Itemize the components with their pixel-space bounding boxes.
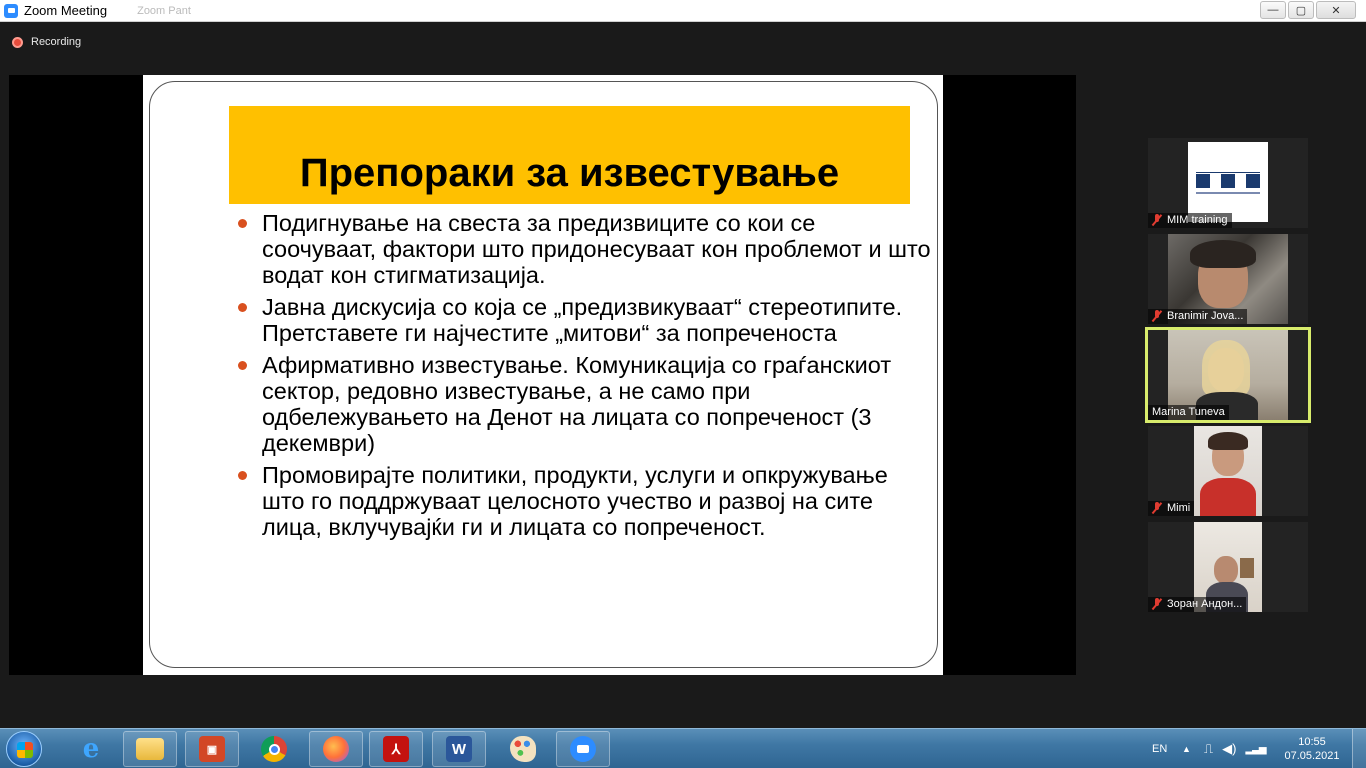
- participant-name-tag: Branimir Jova...: [1148, 309, 1248, 324]
- window-title: Zoom Meeting: [24, 3, 108, 18]
- taskbar-chrome[interactable]: [247, 731, 301, 767]
- presentation-slide: Препораки за известување Подигнување на …: [143, 75, 943, 675]
- show-desktop-button[interactable]: [1352, 729, 1366, 768]
- muted-mic-icon: [1152, 310, 1162, 322]
- person-hair: [1208, 432, 1248, 450]
- participant-name-tag: Mimi: [1148, 501, 1195, 516]
- windows-taskbar: e ▣ ⅄ W EN ▲ ⎍ ◀) ▂▃▅ 10:55 07.05.2021: [0, 728, 1366, 768]
- zoom-app-icon: [4, 3, 18, 18]
- taskbar-paint[interactable]: [496, 731, 550, 767]
- zoom-icon: [570, 736, 596, 762]
- slide-bullet: Промовирајте политики, продукти, услуги …: [236, 462, 936, 540]
- tray-show-hidden[interactable]: ▲: [1182, 729, 1191, 768]
- start-button[interactable]: [6, 731, 42, 767]
- taskbar-presentation[interactable]: ▣: [185, 731, 239, 767]
- participant-name: Branimir Jova...: [1167, 310, 1244, 322]
- participant-name-tag: MIM training: [1148, 213, 1232, 228]
- zoom-meeting-window: Zoom Meeting Zoom Pant — ▢ ✕ Recording П…: [0, 0, 1366, 768]
- participant-name: Mimi: [1167, 502, 1191, 514]
- title-bar: Zoom Meeting Zoom Pant — ▢ ✕: [0, 0, 1366, 22]
- internet-explorer-icon: e: [82, 734, 100, 764]
- slide-title: Препораки за известување: [299, 150, 840, 195]
- slide-bullet-list: Подигнување на свеста за предизвиците со…: [236, 210, 936, 546]
- language-indicator[interactable]: EN: [1152, 729, 1167, 768]
- logo-marks: [1196, 174, 1260, 188]
- person-shirt: [1200, 478, 1256, 516]
- taskbar-word[interactable]: W: [432, 731, 486, 767]
- person-hair: [1190, 240, 1256, 268]
- slide-bullet: Подигнување на свеста за предизвиците со…: [236, 210, 936, 288]
- participant-name-tag: Marina Tuneva: [1148, 405, 1229, 420]
- taskbar-internet-explorer[interactable]: e: [64, 731, 118, 767]
- file-explorer-icon: [136, 738, 164, 760]
- participant-name: Marina Tuneva: [1152, 406, 1225, 418]
- person-hair: [1202, 340, 1250, 396]
- system-clock[interactable]: 10:55 07.05.2021: [1282, 735, 1342, 763]
- participant-name-tag: Зоран Андон...: [1148, 597, 1247, 612]
- firefox-icon: [323, 736, 349, 762]
- logo-subtitle: [1196, 192, 1260, 194]
- maximize-button[interactable]: ▢: [1288, 1, 1314, 19]
- participant-tile[interactable]: Mimi: [1148, 426, 1308, 516]
- taskbar-zoom[interactable]: [556, 731, 610, 767]
- network-icon[interactable]: ⎍: [1204, 741, 1213, 757]
- slide-frame: Препораки за известување Подигнување на …: [149, 81, 938, 668]
- participant-tile-active-speaker[interactable]: Marina Tuneva: [1145, 327, 1311, 423]
- tray-icons: ⎍ ◀) ▂▃▅: [1204, 729, 1267, 768]
- taskbar-firefox[interactable]: [309, 731, 363, 767]
- paint-icon: [510, 736, 536, 762]
- taskbar-file-explorer[interactable]: [123, 731, 177, 767]
- participant-tile[interactable]: Зоран Андон...: [1148, 522, 1308, 612]
- person-figure: [1214, 556, 1238, 584]
- participant-name: MIM training: [1167, 214, 1228, 226]
- chrome-icon: [261, 736, 287, 762]
- slide-bullet: Афирмативно известување. Комуникација со…: [236, 352, 936, 456]
- participant-tile[interactable]: Branimir Jova...: [1148, 234, 1308, 324]
- chevron-up-icon: ▲: [1182, 744, 1191, 754]
- participant-video: [1194, 426, 1262, 516]
- acrobat-icon: ⅄: [383, 736, 409, 762]
- clock-date: 07.05.2021: [1284, 750, 1340, 762]
- speaker-icon[interactable]: ◀): [1222, 741, 1236, 757]
- meeting-top-bar: Recording: [0, 22, 1366, 64]
- title-ghost-text: Zoom Pant: [137, 4, 191, 17]
- wall-picture: [1240, 558, 1254, 578]
- recording-dot-icon: [12, 36, 23, 48]
- signal-icon[interactable]: ▂▃▅: [1245, 744, 1266, 755]
- minimize-button[interactable]: —: [1260, 1, 1286, 19]
- word-icon: W: [446, 736, 472, 762]
- logo-line: [1196, 172, 1260, 173]
- language-label: EN: [1152, 743, 1168, 755]
- slide-title-banner: Препораки за известување: [229, 106, 910, 204]
- muted-mic-icon: [1152, 502, 1162, 514]
- taskbar-acrobat[interactable]: ⅄: [369, 731, 423, 767]
- close-button[interactable]: ✕: [1316, 1, 1356, 19]
- mim-logo: [1188, 142, 1268, 222]
- muted-mic-icon: [1152, 598, 1162, 610]
- shared-screen: Препораки за известување Подигнување на …: [9, 75, 1076, 675]
- participant-name: Зоран Андон...: [1167, 598, 1243, 610]
- presentation-icon: ▣: [199, 736, 225, 762]
- recording-label: Recording: [31, 36, 82, 48]
- recording-indicator[interactable]: Recording: [12, 36, 81, 48]
- participant-tile[interactable]: MIM training: [1148, 138, 1308, 228]
- muted-mic-icon: [1152, 214, 1162, 226]
- window-controls: — ▢ ✕: [1258, 1, 1356, 19]
- slide-bullet: Јавна дискусија со која се „предизвикува…: [236, 294, 936, 346]
- clock-time: 10:55: [1298, 736, 1326, 748]
